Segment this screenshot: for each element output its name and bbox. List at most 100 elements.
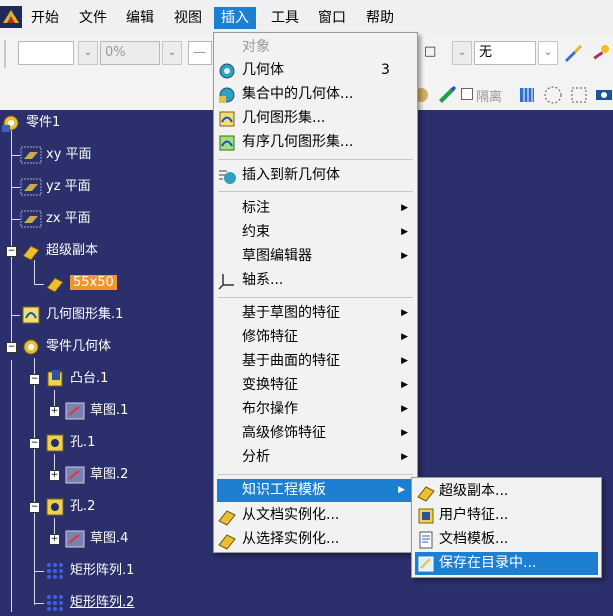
color-dropdown[interactable]: ⌄ [78, 41, 98, 65]
body-icon [219, 63, 235, 79]
menu-item-label: 超级副本... [439, 483, 509, 499]
menu-item-label: 基于曲面的特征 [242, 353, 340, 369]
tree-item-sketch-2[interactable]: 草图.2 [64, 463, 128, 487]
menu-item-body-in-set[interactable]: 集合中的几何体... [214, 83, 417, 106]
menu-bar: 开始 文件 编辑 视图 插入 工具 窗口 帮助 [0, 0, 613, 35]
paint-brush-icon[interactable] [562, 42, 584, 64]
tree-item-geometric-set[interactable]: 几何图形集.1 [20, 303, 123, 327]
tree-item-hole-1[interactable]: 孔.1 [44, 431, 95, 455]
menu-file[interactable]: 文件 [72, 7, 114, 29]
submenu-arrow-icon: ▶ [401, 404, 408, 414]
menu-help[interactable]: 帮助 [359, 7, 401, 29]
menu-item-instantiate-from-document[interactable]: 从文档实例化... [214, 504, 417, 527]
catia-logo-icon[interactable] [0, 6, 22, 28]
swap-visible-icon[interactable] [436, 84, 458, 106]
tree-item-pad[interactable]: 凸台.1 [44, 367, 108, 391]
tree-connector [11, 155, 20, 156]
menu-item-insert-in-new-body[interactable]: 插入到新几何体 [214, 164, 417, 187]
transparency-field[interactable]: 0% [100, 41, 160, 65]
tree-item-yz-plane[interactable]: yz 平面 [20, 175, 91, 199]
tree-item-pattern-2[interactable]: 矩形阵列.2 [44, 591, 134, 615]
menu-item-body[interactable]: 几何体 3 [214, 59, 417, 82]
box-select-icon[interactable] [568, 84, 590, 106]
menu-separator [218, 474, 413, 475]
menu-item-transformation-features[interactable]: 变换特征 ▶ [214, 374, 417, 397]
tree-item-root[interactable]: 零件1 [0, 111, 60, 135]
plane-icon [20, 178, 42, 196]
collapse-toggle[interactable]: − [29, 438, 40, 449]
isolate-checkbox[interactable] [461, 88, 473, 100]
tree-item-55x50[interactable]: 55x50 [44, 271, 117, 295]
menu-start[interactable]: 开始 [24, 7, 66, 29]
menu-insert[interactable]: 插入 [214, 7, 256, 29]
menu-item-knowledge-templates[interactable]: 知识工程模板 ▶ [217, 479, 414, 502]
menu-item-geometric-set[interactable]: 几何图形集... [214, 107, 417, 130]
menu-item-label: 分析 [242, 449, 270, 465]
magic-wand-icon[interactable] [590, 42, 612, 64]
view-icon[interactable] [594, 84, 613, 106]
body-icon [23, 339, 39, 355]
sphere-icon[interactable] [542, 84, 564, 106]
menu-item-ordered-geometric-set[interactable]: 有序几何图形集... [214, 131, 417, 154]
menu-item-axis-system[interactable]: 轴系... [214, 269, 417, 292]
menu-item-annotations[interactable]: 标注 ▶ [214, 197, 417, 220]
tree-item-sketch-4[interactable]: 草图.4 [64, 527, 128, 551]
power-copy-icon [22, 245, 40, 261]
menu-item-constraints[interactable]: 约束 ▶ [214, 221, 417, 244]
body-in-set-icon [219, 87, 235, 103]
menu-item-instantiate-from-selection[interactable]: 从选择实例化... [214, 528, 417, 551]
tree-item-super-copy[interactable]: 超级副本 [20, 239, 98, 263]
tree-label: 草图.1 [90, 403, 129, 418]
menu-item-label: 从文档实例化... [242, 507, 340, 523]
collapse-toggle[interactable]: − [6, 342, 17, 353]
menu-item-sketcher[interactable]: 草图编辑器 ▶ [214, 245, 417, 268]
layer-dropdown-left[interactable]: ⌄ [452, 41, 472, 65]
tree-item-sketch-1[interactable]: 草图.1 [64, 399, 128, 423]
expand-toggle[interactable]: + [49, 534, 60, 545]
menu-item-label: 修饰特征 [242, 329, 298, 345]
tree-connector [34, 284, 44, 285]
submenu-arrow-icon: ▶ [401, 380, 408, 390]
linetype-field[interactable]: — [188, 41, 212, 65]
layer-field[interactable]: 无 [474, 41, 536, 65]
submenu-item-user-feature[interactable]: 用户特征... [412, 504, 601, 527]
menu-item-boolean-operations[interactable]: 布尔操作 ▶ [214, 398, 417, 421]
menu-item-surface-based-features[interactable]: 基于曲面的特征 ▶ [214, 350, 417, 373]
tree-connector [11, 360, 12, 612]
menu-item-label: 保存在目录中... [439, 555, 537, 571]
menu-item-label: 用户特征... [439, 507, 509, 523]
tree-item-zx-plane[interactable]: zx 平面 [20, 207, 91, 231]
tree-item-pattern-1[interactable]: 矩形阵列.1 [44, 559, 134, 583]
menu-item-analysis[interactable]: 分析 ▶ [214, 446, 417, 469]
menu-item-label: 几何体 [242, 62, 284, 78]
color-field[interactable] [18, 41, 74, 65]
layer-dropdown[interactable]: ⌄ [538, 41, 558, 65]
transparency-dropdown[interactable]: ⌄ [162, 41, 182, 65]
menu-item-advanced-dress-up[interactable]: 高级修饰特征 ▶ [214, 422, 417, 445]
layer-icon-field[interactable]: □ [420, 41, 450, 65]
tree-label: zx 平面 [46, 211, 91, 226]
tree-label: 孔.1 [70, 435, 96, 450]
cube-view-icon[interactable] [516, 84, 538, 106]
submenu-item-save-in-catalog[interactable]: 保存在目录中... [415, 552, 598, 575]
rect-pattern-icon [47, 563, 63, 579]
menu-view[interactable]: 视图 [167, 7, 209, 29]
collapse-toggle[interactable]: − [29, 374, 40, 385]
submenu-arrow-icon: ▶ [401, 452, 408, 462]
expand-toggle[interactable]: + [49, 406, 60, 417]
submenu-item-power-copy[interactable]: 超级副本... [412, 480, 601, 503]
menu-edit[interactable]: 编辑 [119, 7, 161, 29]
toolbar-grip[interactable] [4, 40, 6, 68]
tree-item-xy-plane[interactable]: xy 平面 [20, 143, 92, 167]
expand-toggle[interactable]: + [49, 470, 60, 481]
menu-item-dress-up-features[interactable]: 修饰特征 ▶ [214, 326, 417, 349]
tree-item-hole-2[interactable]: 孔.2 [44, 495, 95, 519]
collapse-toggle[interactable]: − [29, 502, 40, 513]
tree-item-part-body[interactable]: 零件几何体 [20, 335, 111, 359]
submenu-item-document-template[interactable]: 文档模板... [412, 528, 601, 551]
collapse-toggle[interactable]: − [6, 246, 17, 257]
menu-tools[interactable]: 工具 [264, 7, 306, 29]
menu-window[interactable]: 窗口 [311, 7, 353, 29]
menu-item-sketch-based-features[interactable]: 基于草图的特征 ▶ [214, 302, 417, 325]
power-copy-icon [46, 277, 64, 293]
